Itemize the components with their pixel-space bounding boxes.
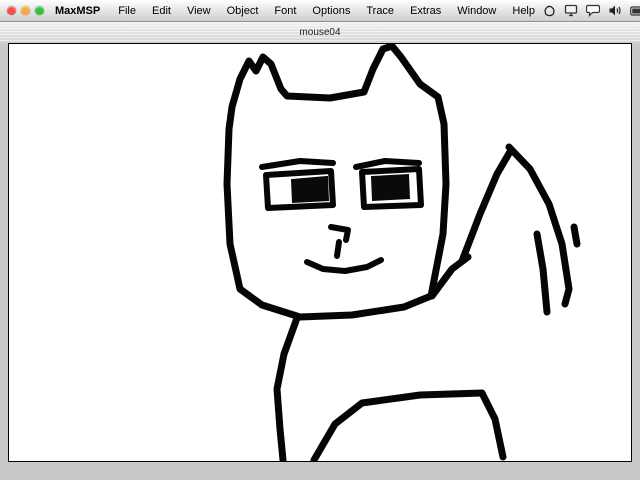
cat-left-eyebrow — [259, 158, 336, 170]
menu-edit[interactable]: Edit — [144, 5, 179, 17]
cat-right-pupil — [370, 173, 411, 202]
menu-view[interactable]: View — [179, 5, 219, 17]
menu-extras[interactable]: Extras — [402, 5, 449, 17]
menu-trace[interactable]: Trace — [358, 5, 402, 17]
zoom-button[interactable] — [35, 6, 44, 15]
battery-icon — [630, 5, 640, 16]
menu-options[interactable]: Options — [304, 5, 358, 17]
cat-body-left-line — [273, 314, 301, 461]
menu-file[interactable]: File — [110, 5, 144, 17]
ichat-bubble-icon[interactable] — [586, 4, 600, 17]
cat-tail-tip-mark — [570, 223, 581, 248]
phone-icon[interactable] — [543, 4, 556, 17]
close-button[interactable] — [7, 6, 16, 15]
cat-mouth — [304, 257, 384, 274]
cat-head-outline — [223, 44, 450, 321]
cat-tail-left-edge — [458, 146, 515, 265]
patcher-canvas[interactable] — [8, 43, 632, 462]
app-menu-maxmsp[interactable]: MaxMSP — [53, 5, 110, 17]
menu-object[interactable]: Object — [219, 5, 267, 17]
battery-status[interactable]: (100%) — [630, 5, 640, 16]
cat-body-bottom-line — [310, 389, 507, 461]
menu-bar-status-area: (100%) 10:53 — [543, 4, 640, 17]
cat-drawing — [223, 44, 581, 461]
cat-left-pupil — [290, 175, 330, 204]
cat-nose-line — [334, 239, 342, 259]
menu-bar: MaxMSP File Edit View Object Font Option… — [0, 0, 640, 22]
minimize-button[interactable] — [21, 6, 30, 15]
menu-help[interactable]: Help — [504, 5, 543, 17]
cat-tail-inner-line — [533, 230, 551, 316]
menu-window[interactable]: Window — [449, 5, 504, 17]
volume-icon[interactable] — [608, 4, 622, 17]
displays-icon[interactable] — [564, 4, 578, 17]
cat-tail-right-edge — [505, 143, 573, 308]
window-traffic-lights — [0, 6, 53, 15]
menu-font[interactable]: Font — [266, 5, 304, 17]
cat-nose — [328, 224, 351, 243]
window-title: mouse04 — [299, 27, 341, 38]
window-title-bar[interactable]: mouse04 — [0, 22, 640, 43]
cat-right-eyebrow — [353, 158, 422, 170]
